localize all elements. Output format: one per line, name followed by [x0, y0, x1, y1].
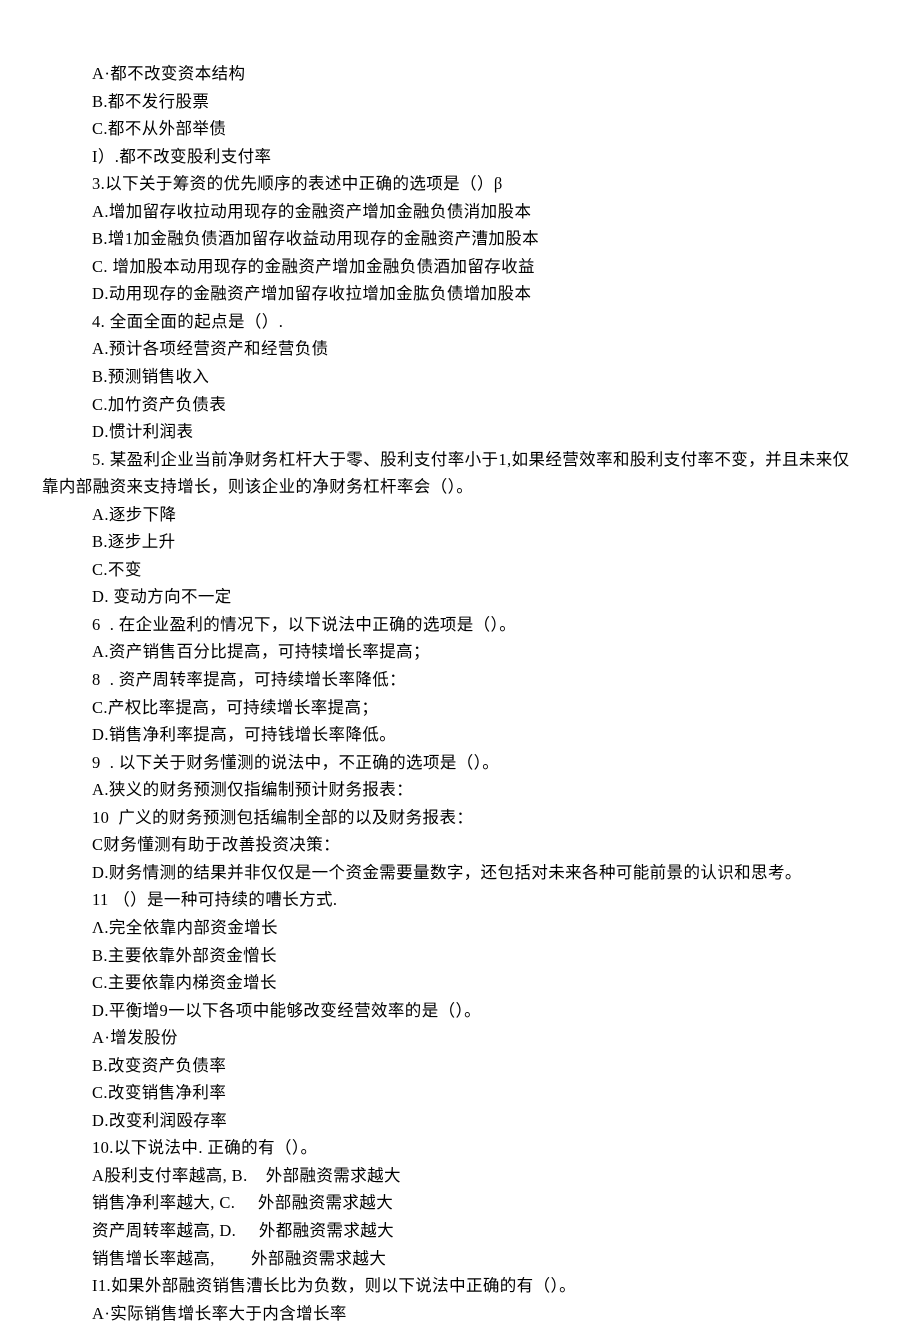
text-line: 4. 全面全面的起点是（）. [42, 308, 878, 336]
text-line: B.增1加金融负债酒加留存收益动用现存的金融资产漕加股本 [42, 225, 878, 253]
text-line: C.加竹资产负债表 [42, 391, 878, 419]
text-line: A.狭义的财务预测仅指编制预计财务报表： [42, 776, 878, 804]
text-line: C.产权比率提高，可持续增长率提高； [42, 694, 878, 722]
text-line: I）.都不改变股利支付率 [42, 143, 878, 171]
text-line: D.平衡增9一以下各项中能够改变经营效率的是（）。 [42, 997, 878, 1025]
text-line: A·增发股份 [42, 1024, 878, 1052]
text-line: B.改变资产负债率 [42, 1052, 878, 1080]
text-line: A股利支付率越高, B. 外部融资需求越大 [42, 1162, 878, 1190]
text-line: Λ.完全依靠内部资金增长 [42, 914, 878, 942]
text-line: B.主要依靠外部资金憎长 [42, 942, 878, 970]
text-line: A·实际销售增长率大于内含增长率 [42, 1300, 878, 1327]
text-line: D.动用现存的金融资产增加留存收拉增加金肱负债增加股本 [42, 280, 878, 308]
text-line: C.不变 [42, 556, 878, 584]
text-line: 销售增长率越高, 外部融资需求越大 [42, 1245, 878, 1273]
text-line: C.改变销售净利率 [42, 1079, 878, 1107]
text-line: 6 . 在企业盈利的情况下，以下说法中正确的选项是（）。 [42, 611, 878, 639]
text-line: 5. 某盈利企业当前净财务杠杆大于零、股利支付率小于1,如果经营效率和股利支付率… [42, 446, 878, 474]
text-line: A.逐步下降 [42, 501, 878, 529]
text-line: 资产周转率越高, D. 外都融资需求越大 [42, 1217, 878, 1245]
text-line: 11 （）是一种可持续的嘈长方式. [42, 886, 878, 914]
text-line: I1.如果外部融资销售漕长比为负数，则以下说法中正确的有（）。 [42, 1272, 878, 1300]
text-line: 9 . 以下关于财务懂测的说法中，不正确的选项是（）。 [42, 749, 878, 777]
text-line: C.都不从外部举债 [42, 115, 878, 143]
text-line: C. 增加股本动用现存的金融资产增加金融负债酒加留存收益 [42, 253, 878, 281]
text-line: B.预测销售收入 [42, 363, 878, 391]
text-line: D. 变动方向不一定 [42, 583, 878, 611]
text-line: D.改变利润殴存率 [42, 1107, 878, 1135]
text-line: D.惯计利润表 [42, 418, 878, 446]
text-line: C财务懂测有助于改善投资决策： [42, 831, 878, 859]
text-line: 10.以下说法中. 正确的有（）。 [42, 1134, 878, 1162]
text-line: B.都不发行股票 [42, 88, 878, 116]
text-line: A.资产销售百分比提高，可持犊增长率提高； [42, 638, 878, 666]
text-line: A.增加留存收拉动用现存的金融资产增加金融负债消加股本 [42, 198, 878, 226]
text-line: D.财务情测的结果并非仅仅是一个资金需要量数字，还包括对未来各种可能前景的认识和… [42, 859, 878, 887]
text-line: D.销售净利率提高，可持钱增长率降低。 [42, 721, 878, 749]
text-line: 8 . 资产周转率提高，可持续增长率降低： [42, 666, 878, 694]
text-line: A.预计各项经营资产和经营负债 [42, 335, 878, 363]
text-line: C.主要依靠内梯资金增长 [42, 969, 878, 997]
text-line: B.逐步上升 [42, 528, 878, 556]
text-line: 3.以下关于筹资的优先顺序的表述中正确的选项是（）β [42, 170, 878, 198]
text-line: 靠内部融资来支持增长，则该企业的净财务杠杆率会（）。 [42, 473, 878, 501]
text-line: 10 广义的财务预测包括编制全部的以及财务报表： [42, 804, 878, 832]
document-content: A·都不改变资本结构B.都不发行股票C.都不从外部举债I）.都不改变股利支付率3… [42, 60, 878, 1327]
text-line: A·都不改变资本结构 [42, 60, 878, 88]
text-line: 销售净利率越大, C. 外部融资需求越大 [42, 1189, 878, 1217]
